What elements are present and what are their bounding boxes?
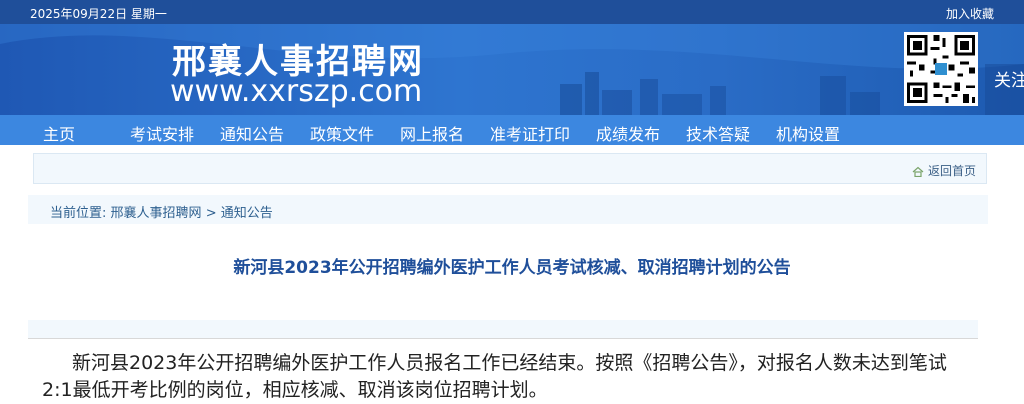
nav-item-register[interactable]: 网上报名: [400, 121, 464, 145]
nav-item-support[interactable]: 技术答疑: [686, 121, 750, 145]
site-url: www.xxrszp.com: [170, 74, 423, 109]
add-favorite-link[interactable]: 加入收藏: [946, 5, 994, 22]
article-body: 新河县2023年公开招聘编外医护工作人员报名工作已经结束。按照《招聘公告》，对报…: [42, 352, 947, 401]
nav-item-admit[interactable]: 准考证打印: [490, 121, 570, 145]
article-title: 新河县2023年公开招聘编外医护工作人员考试核减、取消招聘计划的公告: [233, 258, 791, 278]
city-skyline-graphic: [0, 24, 1024, 115]
nav-item-policy[interactable]: 政策文件: [310, 121, 374, 145]
nav-item-home[interactable]: 主页: [43, 121, 75, 145]
home-icon: [912, 166, 924, 178]
title-divider: [28, 320, 978, 339]
back-bar: 返回首页: [33, 153, 987, 184]
breadcrumb-separator: >: [205, 206, 217, 221]
breadcrumb-prefix: 当前位置:: [50, 206, 107, 221]
nav-item-notice[interactable]: 通知公告: [220, 121, 284, 145]
top-bar: 2025年09月22日 星期一 加入收藏: [0, 0, 1024, 24]
breadcrumb: 当前位置: 邢襄人事招聘网 > 通知公告: [28, 195, 988, 224]
main-nav: 主页 考试安排 通知公告 政策文件 网上报名 准考证打印 成绩发布 技术答疑 机…: [0, 115, 1024, 145]
back-home-link[interactable]: 返回首页: [912, 162, 976, 179]
current-date: 2025年09月22日 星期一: [30, 7, 167, 21]
follow-label: 关注: [994, 71, 1024, 91]
nav-item-org[interactable]: 机构设置: [776, 121, 840, 145]
nav-item-exam[interactable]: 考试安排: [130, 121, 194, 145]
breadcrumb-home-link[interactable]: 邢襄人事招聘网: [111, 206, 202, 221]
header-banner: 邢襄人事招聘网 www.xxrszp.com 关注: [0, 24, 1024, 115]
breadcrumb-current-link[interactable]: 通知公告: [221, 206, 273, 221]
back-home-label: 返回首页: [927, 164, 976, 178]
nav-item-score[interactable]: 成绩发布: [596, 121, 660, 145]
qr-code-icon: [904, 32, 978, 106]
